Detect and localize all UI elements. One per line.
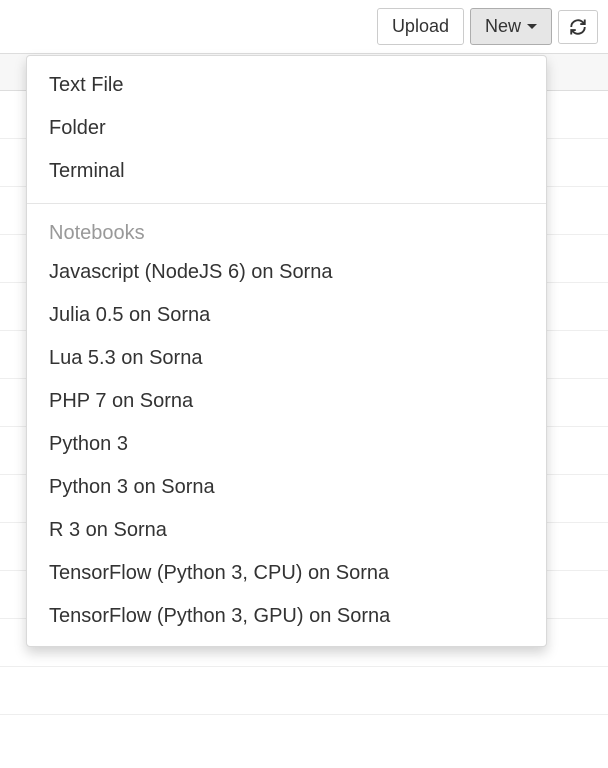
menu-item-notebook[interactable]: PHP 7 on Sorna — [27, 380, 546, 423]
upload-button[interactable]: Upload — [377, 8, 464, 45]
menu-item-terminal[interactable]: Terminal — [27, 150, 546, 193]
menu-item-notebook[interactable]: R 3 on Sorna — [27, 509, 546, 552]
chevron-down-icon — [527, 24, 537, 29]
menu-item-notebook[interactable]: Python 3 — [27, 423, 546, 466]
menu-item-notebook[interactable]: Lua 5.3 on Sorna — [27, 337, 546, 380]
menu-item-notebook[interactable]: TensorFlow (Python 3, GPU) on Sorna — [27, 595, 546, 638]
menu-item-notebook[interactable]: TensorFlow (Python 3, CPU) on Sorna — [27, 552, 546, 595]
refresh-button[interactable] — [558, 10, 598, 44]
menu-item-text-file[interactable]: Text File — [27, 64, 546, 107]
menu-header-notebooks: Notebooks — [27, 214, 546, 251]
new-dropdown-menu: Text File Folder Terminal Notebooks Java… — [26, 55, 547, 647]
new-label: New — [485, 16, 521, 37]
refresh-icon — [569, 18, 587, 36]
content-area: Text File Folder Terminal Notebooks Java… — [0, 53, 608, 715]
menu-item-notebook[interactable]: Julia 0.5 on Sorna — [27, 294, 546, 337]
menu-item-folder[interactable]: Folder — [27, 107, 546, 150]
menu-divider — [27, 203, 546, 204]
upload-label: Upload — [392, 16, 449, 37]
toolbar: Upload New — [0, 0, 608, 53]
menu-item-notebook[interactable]: Python 3 on Sorna — [27, 466, 546, 509]
new-button[interactable]: New — [470, 8, 552, 45]
menu-item-notebook[interactable]: Javascript (NodeJS 6) on Sorna — [27, 251, 546, 294]
list-item[interactable] — [0, 667, 608, 715]
